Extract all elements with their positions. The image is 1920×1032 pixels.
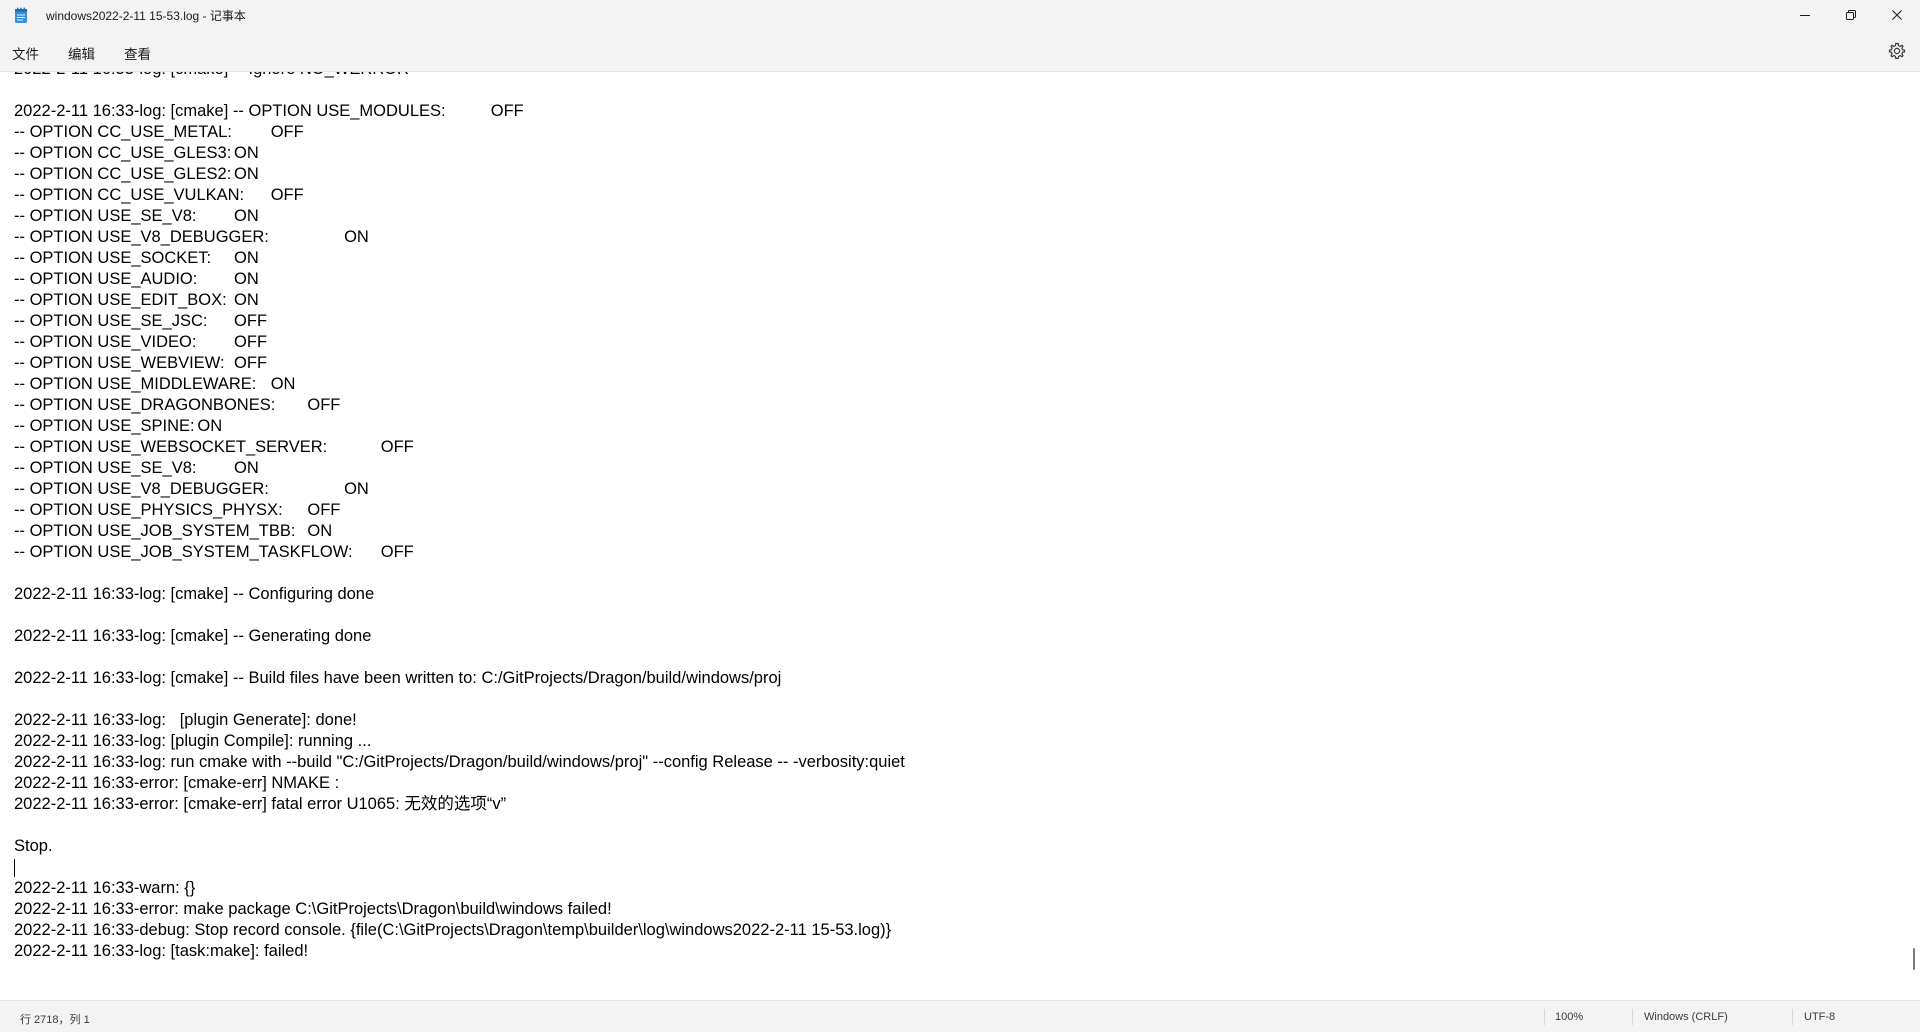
editor-line: -- OPTION USE_SE_V8: ON [14,207,259,225]
encoding[interactable]: UTF-8 [1804,1011,1835,1023]
notepad-icon [15,7,27,23]
editor-line: -- OPTION USE_SPINE: ON [14,417,223,435]
status-bar: 行 2718，列 1 100% Windows (CRLF) UTF-8 [0,1000,1920,1032]
gear-icon[interactable] [1888,42,1906,60]
editor-line [14,815,1894,836]
editor-line: 2022-2-11 16:33-log: [cmake] -- Configur… [14,585,375,603]
window-controls [1782,0,1920,30]
vertical-scrollbar[interactable] [1913,948,1915,970]
editor-line: -- OPTION USE_V8_DEBUGGER: ON [14,228,369,246]
status-divider [1792,1009,1793,1025]
editor-line: -- OPTION USE_V8_DEBUGGER: ON [14,480,369,498]
editor-line: 2022-2-11 16:33-log: [task:make]: failed… [14,942,309,960]
editor-line: 2022-2-11 16:33-log: [cmake] -- Generati… [14,627,372,645]
editor-line: 2022-2-11 16:33-warn: {} [14,879,196,897]
editor-line: -- OPTION USE_AUDIO: ON [14,270,259,288]
editor-line: 2022-2-11 16:33-log: [cmake] -- Ignore N… [14,72,1894,80]
editor-line [14,80,1894,101]
editor-line: -- OPTION USE_WEBVIEW: OFF [14,354,268,372]
editor-line [14,563,1894,584]
title-bar[interactable]: windows2022-2-11 15-53.log - 记事本 [0,0,1920,30]
status-divider [1632,1009,1633,1025]
editor-lines: 2022-2-11 16:33-log: [cmake] -- Ignore N… [14,72,1894,962]
editor-line: -- OPTION USE_JOB_SYSTEM_TBB: ON [14,522,333,540]
menu-bar: 文件 编辑 查看 [0,30,1920,72]
editor-line: -- OPTION USE_SOCKET: ON [14,249,259,267]
editor-line: -- OPTION USE_EDIT_BOX: ON [14,291,259,309]
editor-line: -- OPTION USE_DRAGONBONES: OFF [14,396,341,414]
line-ending[interactable]: Windows (CRLF) [1644,1011,1728,1023]
editor-line: 2022-2-11 16:33-log: run cmake with --bu… [14,753,905,771]
editor-line: 2022-2-11 16:33-log: [plugin Generate]: … [14,711,357,729]
restore-button[interactable] [1828,0,1874,30]
text-caret [14,859,15,877]
editor-line: 2022-2-11 16:33-log: [cmake] -- Build fi… [14,669,782,687]
editor-line: -- OPTION USE_JOB_SYSTEM_TASKFLOW: OFF [14,543,414,561]
menu-edit[interactable]: 编辑 [66,43,97,63]
close-button[interactable] [1874,0,1920,30]
editor-line: -- OPTION CC_USE_METAL: OFF [14,123,304,141]
editor-line: 2022-2-11 16:33-debug: Stop record conso… [14,921,892,939]
editor-line: -- OPTION USE_MIDDLEWARE: ON [14,375,296,393]
editor-line: -- OPTION CC_USE_GLES2: ON [14,165,259,183]
editor-line: -- OPTION USE_VIDEO: OFF [14,333,268,351]
editor-line: Stop. [14,837,53,855]
editor-line [14,605,1894,626]
status-divider [1544,1009,1545,1025]
minimize-icon [1800,15,1810,16]
editor-line: -- OPTION CC_USE_VULKAN: OFF [14,186,304,204]
menu-file[interactable]: 文件 [10,43,41,63]
editor-line: 2022-2-11 16:33-error: [cmake-err] fatal… [14,795,507,813]
editor-line [14,647,1894,668]
close-icon [1892,10,1902,20]
editor-line: -- OPTION CC_USE_GLES3: ON [14,144,259,162]
minimize-button[interactable] [1782,0,1828,30]
menu-view[interactable]: 查看 [122,43,153,63]
editor-line [14,857,1894,878]
editor-line: 2022-2-11 16:33-log: [plugin Compile]: r… [14,732,372,750]
editor-line: 2022-2-11 16:33-error: [cmake-err] NMAKE… [14,774,340,792]
editor-line: -- OPTION USE_SE_V8: ON [14,459,259,477]
editor-line: 2022-2-11 16:33-error: make package C:\G… [14,900,612,918]
editor-line [14,689,1894,710]
editor-line: -- OPTION USE_PHYSICS_PHYSX: OFF [14,501,341,519]
window-title: windows2022-2-11 15-53.log - 记事本 [46,9,246,23]
restore-icon [1846,10,1856,20]
editor-line: -- OPTION USE_SE_JSC: OFF [14,312,268,330]
notepad-window: windows2022-2-11 15-53.log - 记事本 文件 编辑 查… [0,0,1920,1032]
editor-line: -- OPTION USE_WEBSOCKET_SERVER: OFF [14,438,414,456]
cursor-position: 行 2718，列 1 [20,1014,90,1026]
zoom-level[interactable]: 100% [1555,1011,1583,1023]
editor-line: 2022-2-11 16:33-log: [cmake] -- OPTION U… [14,102,524,120]
text-editor[interactable]: 2022-2-11 16:33-log: [cmake] -- Ignore N… [0,72,1920,1000]
